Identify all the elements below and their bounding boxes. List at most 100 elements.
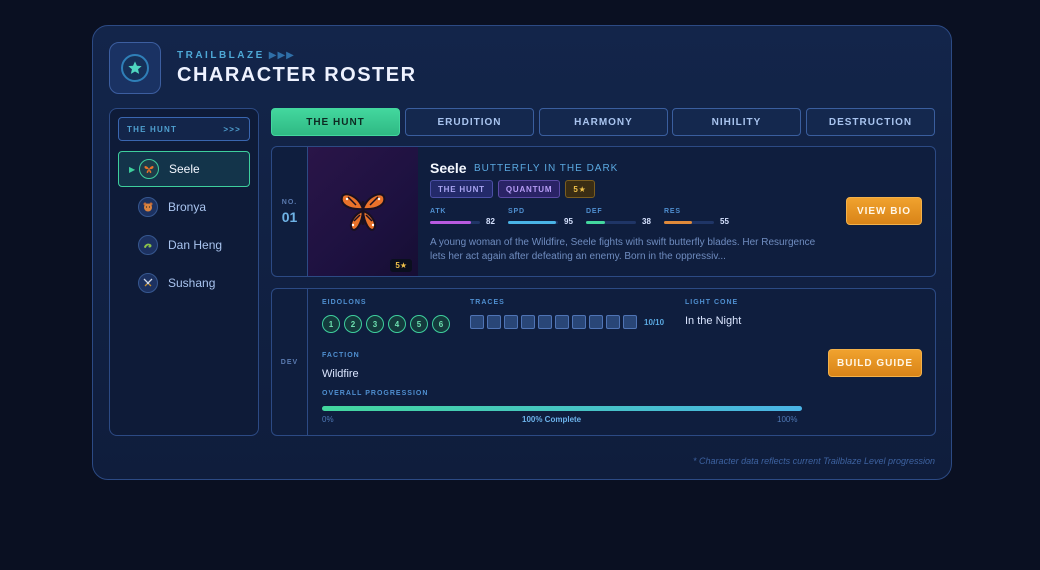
stat-bar <box>586 221 636 224</box>
trace-cell <box>555 315 569 329</box>
sidebar-item-label: Bronya <box>168 200 207 214</box>
sidebar-item-seele[interactable]: ▶ Seele <box>118 151 250 187</box>
stat-bar <box>430 221 480 224</box>
eidolon-list: 1 2 3 4 5 6 <box>322 315 450 333</box>
path-tag: THE HUNT <box>430 180 493 198</box>
traces-label: TRACES <box>470 299 505 306</box>
light-cone-value: In the Night <box>685 315 742 327</box>
sidebar-heading-arrows: >>> <box>223 124 241 134</box>
trace-cell <box>521 315 535 329</box>
sidebar-item-dan-heng[interactable]: Dan Heng <box>118 227 250 263</box>
stat-def: DEF 38 <box>586 208 664 228</box>
development-card: DEV EIDOLONS 1 2 3 4 5 6 TRACES 10/10 LI… <box>271 288 936 436</box>
stat-spd: SPD 95 <box>508 208 586 228</box>
number-label: NO. <box>281 198 298 206</box>
stat-atk: ATK 82 <box>430 208 508 228</box>
stat-value: 55 <box>720 217 729 226</box>
eidolon-badge: 3 <box>366 315 384 333</box>
eidolon-badge: 5 <box>410 315 428 333</box>
tab-nihility[interactable]: NIHILITY <box>672 108 801 136</box>
tab-the-hunt[interactable]: THE HUNT <box>271 108 400 136</box>
tab-harmony[interactable]: HARMONY <box>539 108 668 136</box>
stat-label: DEF <box>586 208 603 215</box>
trace-cell <box>623 315 637 329</box>
character-portrait: 5★ <box>308 147 418 276</box>
sidebar-item-label: Dan Heng <box>168 238 223 252</box>
element-tag: QUANTUM <box>497 180 561 198</box>
eidolon-badge: 6 <box>432 315 450 333</box>
character-tags: THE HUNT QUANTUM 5★ <box>430 180 595 198</box>
number-value: 01 <box>281 208 298 225</box>
star-icon <box>121 54 149 82</box>
rarity-badge: 5★ <box>390 259 412 272</box>
sidebar-heading-label: THE HUNT <box>127 124 178 134</box>
progression-bar <box>322 406 802 411</box>
stat-value: 95 <box>564 217 573 226</box>
footer-note: * Character data reflects current Trailb… <box>693 456 935 466</box>
trace-list: 10/10 <box>470 315 664 329</box>
trace-cell <box>504 315 518 329</box>
butterfly-icon <box>139 159 159 179</box>
rarity-tag: 5★ <box>565 180 595 198</box>
bear-icon <box>138 197 158 217</box>
path-tabs: THE HUNT ERUDITION HARMONY NIHILITY DEST… <box>271 108 936 136</box>
stat-res: RES 55 <box>664 208 742 228</box>
trace-cell <box>470 315 484 329</box>
character-description: A young woman of the Wildfire, Seele fig… <box>430 237 816 262</box>
roster-panel: TRAILBLAZE ▶▶▶ CHARACTER ROSTER THE HUNT … <box>92 25 952 480</box>
eyebrow-arrows: ▶▶▶ <box>268 50 295 61</box>
sidebar-item-label: Seele <box>169 162 200 176</box>
trace-cell <box>589 315 603 329</box>
sidebar-heading: THE HUNT >>> <box>118 117 250 141</box>
trace-cell <box>572 315 586 329</box>
stat-bar <box>664 221 714 224</box>
progression-max: 100% <box>777 415 798 424</box>
sidebar-item-label: Sushang <box>168 276 216 290</box>
stat-value: 82 <box>486 217 495 226</box>
progression-min: 0% <box>322 415 334 424</box>
progression-status: 100% Complete <box>522 415 582 424</box>
eidolon-badge: 1 <box>322 315 340 333</box>
dragon-icon <box>138 235 158 255</box>
character-number: NO. 01 <box>272 147 308 276</box>
faction-value: Wildfire <box>322 368 359 380</box>
dev-side-label: DEV <box>272 289 308 435</box>
stat-fill <box>508 221 556 224</box>
tab-erudition[interactable]: ERUDITION <box>405 108 534 136</box>
trace-cell <box>487 315 501 329</box>
traces-count: 10/10 <box>644 317 665 327</box>
stat-label: RES <box>664 208 681 215</box>
stat-value: 38 <box>642 217 651 226</box>
eidolon-badge: 4 <box>388 315 406 333</box>
caret-right-icon: ▶ <box>129 164 136 174</box>
stat-fill <box>586 221 605 224</box>
view-bio-button[interactable]: VIEW BIO <box>846 197 922 225</box>
tab-destruction[interactable]: DESTRUCTION <box>806 108 935 136</box>
build-guide-button[interactable]: BUILD GUIDE <box>828 349 922 377</box>
faction-label: FACTION <box>322 352 360 359</box>
trace-cell <box>538 315 552 329</box>
stat-label: SPD <box>508 208 525 215</box>
character-card: NO. 01 5★ Seele BUTTERFLY IN THE DARK TH… <box>271 146 936 277</box>
swords-icon <box>138 273 158 293</box>
sidebar-item-sushang[interactable]: Sushang <box>118 265 250 301</box>
character-sidebar: THE HUNT >>> ▶ Seele Bronya Dan Heng Sus… <box>109 108 259 436</box>
progression-fill <box>322 406 802 411</box>
character-stats: ATK 82 SPD 95 DEF 38 RES 55 <box>430 208 742 228</box>
butterfly-icon <box>338 189 388 240</box>
eidolon-badge: 2 <box>344 315 362 333</box>
trace-cell <box>606 315 620 329</box>
eidolons-label: EIDOLONS <box>322 299 367 306</box>
stat-fill <box>430 221 471 224</box>
stat-bar <box>508 221 558 224</box>
page-title: CHARACTER ROSTER <box>177 64 417 86</box>
roster-emblem <box>109 42 161 94</box>
stat-label: ATK <box>430 208 447 215</box>
progression-label: OVERALL PROGRESSION <box>322 390 429 397</box>
stat-fill <box>664 221 692 224</box>
sidebar-item-bronya[interactable]: Bronya <box>118 189 250 225</box>
light-cone-label: LIGHT CONE <box>685 299 739 306</box>
character-name: Seele <box>430 160 467 176</box>
character-epithet: BUTTERFLY IN THE DARK <box>474 163 619 174</box>
header-eyebrow: TRAILBLAZE ▶▶▶ <box>177 50 295 61</box>
